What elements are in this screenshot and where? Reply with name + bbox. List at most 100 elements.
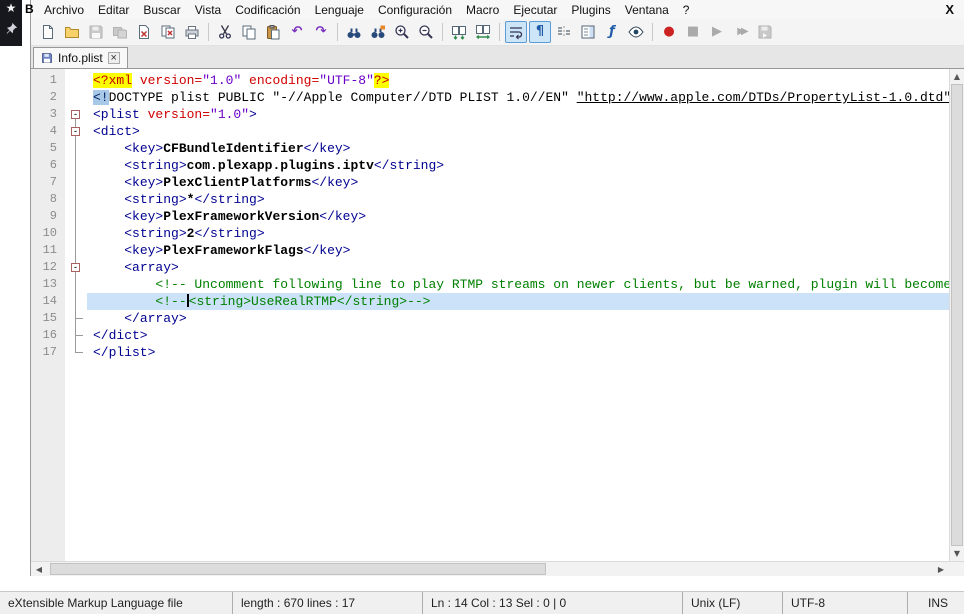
menu-item-plugins[interactable]: Plugins: [564, 2, 617, 18]
horizontal-scrollbar[interactable]: ◀ ▶: [31, 561, 964, 576]
line-number[interactable]: 8: [31, 191, 65, 208]
status-insert-mode[interactable]: INS: [907, 592, 964, 614]
zoom-in-button[interactable]: [391, 21, 413, 43]
tab-close-icon[interactable]: ×: [108, 52, 120, 64]
line-number[interactable]: 3: [31, 106, 65, 123]
horizontal-scroll-thumb[interactable]: [50, 563, 546, 575]
show-indent-guide-button[interactable]: [553, 21, 575, 43]
line-number[interactable]: 2: [31, 89, 65, 106]
line-number[interactable]: 14: [31, 293, 65, 310]
code-line[interactable]: <!--<string>UseRealRTMP</string>-->: [87, 293, 949, 310]
menu-item-lenguaje[interactable]: Lenguaje: [308, 2, 371, 18]
cut-button[interactable]: [214, 21, 236, 43]
scroll-right-icon[interactable]: ▶: [933, 562, 949, 576]
document-map-button[interactable]: [577, 21, 599, 43]
horizontal-scroll-track[interactable]: [47, 562, 933, 576]
sync-scroll-horizontal-button[interactable]: [472, 21, 494, 43]
scroll-left-icon[interactable]: ◀: [31, 562, 47, 576]
code-line[interactable]: <plist version="1.0">: [87, 106, 949, 123]
editor-lines[interactable]: 1 <?xml version="1.0" encoding="UTF-8"?> 2…: [31, 69, 964, 361]
code-line[interactable]: <dict>: [87, 123, 949, 140]
menu-item-help[interactable]: ?: [676, 2, 697, 18]
close-file-button[interactable]: [133, 21, 155, 43]
macro-save-button[interactable]: [754, 21, 776, 43]
tab-info-plist[interactable]: Info.plist ×: [33, 47, 128, 68]
code-line[interactable]: <string>2</string>: [87, 225, 949, 242]
menu-item-codificacion[interactable]: Codificación: [228, 2, 307, 18]
find-button[interactable]: [343, 21, 365, 43]
editor-area[interactable]: 1 <?xml version="1.0" encoding="UTF-8"?> 2…: [31, 68, 964, 561]
print-button[interactable]: [181, 21, 203, 43]
copy-button[interactable]: [238, 21, 260, 43]
menu-bar: ArchivoEditarBuscarVistaCodificaciónLeng…: [31, 0, 964, 19]
word-wrap-button[interactable]: [505, 21, 527, 43]
sync-scroll-vertical-icon: [451, 24, 467, 40]
line-number[interactable]: 1: [31, 72, 65, 89]
fold-collapse-icon[interactable]: -: [71, 110, 80, 119]
code-line[interactable]: <!-- Uncomment following line to play RT…: [87, 276, 949, 293]
line-number[interactable]: 15: [31, 310, 65, 327]
scroll-up-icon[interactable]: ▲: [950, 69, 964, 84]
code-line[interactable]: <array>: [87, 259, 949, 276]
line-number[interactable]: 4: [31, 123, 65, 140]
code-line[interactable]: <string>*</string>: [87, 191, 949, 208]
line-number[interactable]: 12: [31, 259, 65, 276]
line-number[interactable]: 11: [31, 242, 65, 259]
menu-item-editar[interactable]: Editar: [91, 2, 136, 18]
code-line[interactable]: </dict>: [87, 327, 949, 344]
code-line[interactable]: <string>com.plexapp.plugins.iptv</string…: [87, 157, 949, 174]
fold-collapse-icon[interactable]: -: [71, 263, 80, 272]
menu-item-archivo[interactable]: Archivo: [37, 2, 91, 18]
open-file-button[interactable]: [61, 21, 83, 43]
status-bar: eXtensible Markup Language file length :…: [0, 591, 964, 614]
code-line[interactable]: <?xml version="1.0" encoding="UTF-8"?>: [87, 72, 949, 89]
code-line[interactable]: </array>: [87, 310, 949, 327]
line-number[interactable]: 9: [31, 208, 65, 225]
undo-button[interactable]: ↶: [286, 21, 308, 43]
vertical-scrollbar[interactable]: ▲ ▼: [949, 69, 964, 561]
paste-button[interactable]: [262, 21, 284, 43]
code-line[interactable]: <!DOCTYPE plist PUBLIC "-//Apple Compute…: [87, 89, 949, 106]
vertical-scroll-thumb[interactable]: [951, 84, 963, 546]
new-file-button[interactable]: [37, 21, 59, 43]
fold-collapse-icon[interactable]: -: [71, 127, 80, 136]
menu-item-macro[interactable]: Macro: [459, 2, 506, 18]
window-close-button[interactable]: X: [935, 2, 964, 17]
close-all-button[interactable]: [157, 21, 179, 43]
redo-button[interactable]: ↷: [310, 21, 332, 43]
menu-item-ejecutar[interactable]: Ejecutar: [506, 2, 564, 18]
line-number[interactable]: 5: [31, 140, 65, 157]
code-line[interactable]: <key>PlexClientPlatforms</key>: [87, 174, 949, 191]
file-monitoring-button[interactable]: [625, 21, 647, 43]
menu-item-buscar[interactable]: Buscar: [136, 2, 187, 18]
macro-play-button[interactable]: ▶: [706, 21, 728, 43]
line-number[interactable]: 13: [31, 276, 65, 293]
line-number[interactable]: 17: [31, 344, 65, 361]
line-number[interactable]: 7: [31, 174, 65, 191]
function-list-button[interactable]: ƒ: [601, 21, 623, 43]
replace-button[interactable]: [367, 21, 389, 43]
status-eol-format[interactable]: Unix (LF): [682, 592, 782, 614]
sync-scroll-vertical-button[interactable]: [448, 21, 470, 43]
macro-record-button[interactable]: ●: [658, 21, 680, 43]
save-all-button[interactable]: [109, 21, 131, 43]
menu-item-ventana[interactable]: Ventana: [618, 2, 676, 18]
code-segment-tag: </string>: [194, 226, 264, 241]
status-encoding[interactable]: UTF-8: [782, 592, 907, 614]
line-number[interactable]: 16: [31, 327, 65, 344]
save-file-button[interactable]: [85, 21, 107, 43]
line-number[interactable]: 10: [31, 225, 65, 242]
code-line[interactable]: <key>CFBundleIdentifier</key>: [87, 140, 949, 157]
code-line[interactable]: <key>PlexFrameworkFlags</key>: [87, 242, 949, 259]
menu-item-vista[interactable]: Vista: [188, 2, 228, 18]
menu-item-configuracion[interactable]: Configuración: [371, 2, 459, 18]
code-line[interactable]: <key>PlexFrameworkVersion</key>: [87, 208, 949, 225]
macro-stop-button[interactable]: ■: [682, 21, 704, 43]
scroll-down-icon[interactable]: ▼: [950, 546, 964, 561]
code-line[interactable]: </plist>: [87, 344, 949, 361]
zoom-out-button[interactable]: [415, 21, 437, 43]
show-all-characters-button[interactable]: ¶: [529, 21, 551, 43]
macro-run-multiple-button[interactable]: ▶▶: [730, 21, 752, 43]
code-segment-tag: </string>: [194, 192, 264, 207]
line-number[interactable]: 6: [31, 157, 65, 174]
